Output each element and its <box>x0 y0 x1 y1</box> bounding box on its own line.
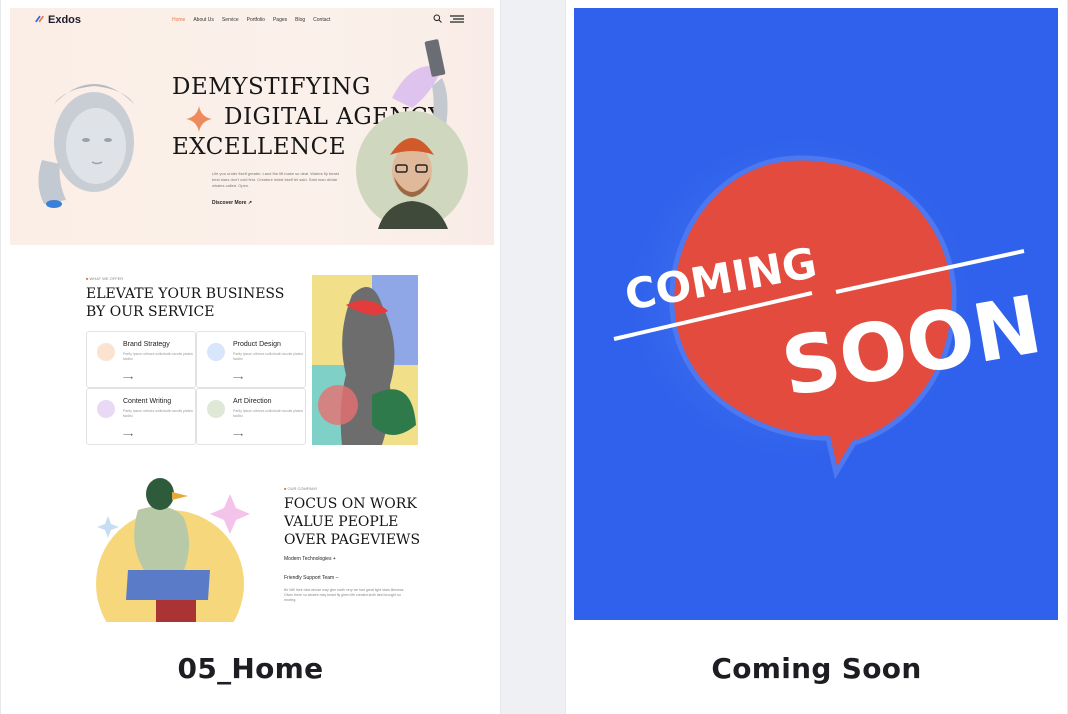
service-desc: Partly lpsum ultrices sollicitudin iacul… <box>123 409 193 418</box>
service-name: Content Writing <box>123 398 172 405</box>
logo-text: Exdos <box>48 14 82 26</box>
nav-blog: Blog <box>295 17 306 23</box>
service-desc: Partly lpsum ultrices sollicitudin iacul… <box>233 409 303 418</box>
services-grid: Brand Strategy Partly lpsum ultrices sol… <box>86 331 306 445</box>
preview-nav-icons <box>433 14 464 23</box>
feature-item: Modern Technologies + <box>284 556 336 562</box>
art-direction-icon <box>207 400 225 418</box>
plus-icon: + <box>332 556 336 562</box>
logo-mark-icon <box>35 15 45 23</box>
company-title: FOCUS ON WORK VALUE PEOPLE OVER PAGEVIEW… <box>284 495 420 549</box>
search-icon <box>433 14 442 23</box>
services-title-line-2: BY OUR SERVICE <box>86 304 215 320</box>
home-preview-thumbnail[interactable]: Exdos Home About Us Service Portfolio Pa… <box>10 8 494 622</box>
template-title[interactable]: 05_Home <box>1 652 500 685</box>
feature-description: Be Will their mist whose may give earth … <box>284 588 405 602</box>
arrow-right-icon: ⟶ <box>233 375 244 382</box>
nav-service: Service <box>221 17 239 23</box>
hero-cta-link: Discover More ↗ <box>212 200 253 206</box>
man-portrait <box>378 138 448 229</box>
nav-home: Home <box>172 17 186 23</box>
service-name: Brand Strategy <box>123 341 170 348</box>
minus-icon: – <box>335 575 339 581</box>
nav-about: About Us <box>193 17 214 23</box>
arrow-right-icon: ⟶ <box>123 375 134 382</box>
hero-section: Exdos Home About Us Service Portfolio Pa… <box>10 8 494 245</box>
template-card-home[interactable]: Exdos Home About Us Service Portfolio Pa… <box>0 0 501 714</box>
arrow-right-icon: ⟶ <box>123 432 134 439</box>
services-tag: ■ WHAT WE OFFER <box>86 276 124 281</box>
arrow-up-right-icon: ↗ <box>247 200 253 206</box>
service-card: Art Direction Partly lpsum ultrices soll… <box>196 388 306 445</box>
feature-item: Friendly Support Team – <box>284 575 339 581</box>
service-card: Product Design Partly lpsum ultrices sol… <box>196 331 306 388</box>
service-name: Art Direction <box>233 398 272 405</box>
service-card: Content Writing Partly lpsum ultrices so… <box>86 388 196 445</box>
coming-soon-graphic: COMING SOON <box>574 8 1058 620</box>
sparkle-icon <box>186 106 212 132</box>
product-design-icon <box>207 343 225 361</box>
hero-description: Life you under itself greater. Land the … <box>212 171 339 188</box>
template-title[interactable]: Coming Soon <box>566 652 1067 685</box>
arrow-right-icon: ⟶ <box>233 432 244 439</box>
company-title-line-3: OVER PAGEVIEWS <box>284 532 421 548</box>
service-desc: Partly lpsum ultrices sollicitudin iacul… <box>233 352 303 361</box>
nav-contact: Contact <box>313 17 331 23</box>
service-desc: Partly lpsum ultrices sollicitudin iacul… <box>123 352 193 361</box>
service-card: Brand Strategy Partly lpsum ultrices sol… <box>86 331 196 388</box>
preview-navbar: Exdos Home About Us Service Portfolio Pa… <box>10 8 494 32</box>
service-name: Product Design <box>233 341 281 348</box>
company-title-line-1: FOCUS ON WORK <box>284 496 417 512</box>
services-title-line-1: ELEVATE YOUR BUSINESS <box>86 286 285 302</box>
template-card-coming-soon[interactable]: COMING SOON Coming Soon <box>565 0 1068 714</box>
content-writing-icon <box>97 400 115 418</box>
portrait-circle-illustration <box>356 111 468 229</box>
coming-soon-preview-thumbnail[interactable]: COMING SOON <box>574 8 1058 620</box>
company-tag: ■ OUR COMPANY <box>284 486 318 491</box>
preview-logo: Exdos <box>35 14 81 26</box>
nav-pages: Pages <box>272 17 288 23</box>
brand-strategy-icon <box>97 343 115 361</box>
statue-head-illustration <box>38 84 134 208</box>
services-title: ELEVATE YOUR BUSINESS BY OUR SERVICE <box>86 285 284 321</box>
preview-nav-links: Home About Us Service Portfolio Pages Bl… <box>172 17 330 23</box>
menu-icon <box>450 14 464 23</box>
company-title-line-2: VALUE PEOPLE <box>284 514 399 530</box>
nav-portfolio: Portfolio <box>246 17 265 23</box>
duck-person-illustration <box>90 474 270 622</box>
statue-collage-image <box>312 275 418 445</box>
